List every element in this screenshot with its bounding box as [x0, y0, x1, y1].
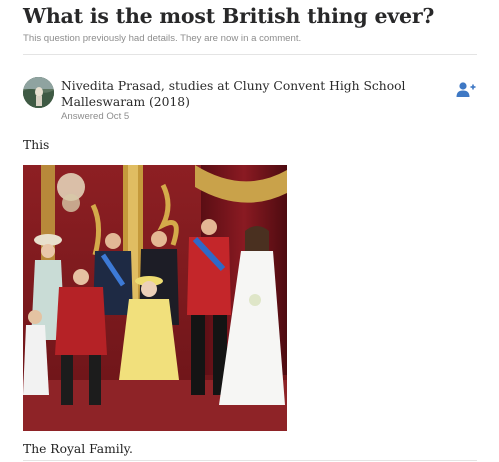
answer-date[interactable]: Answered Oct 5	[61, 111, 129, 122]
divider	[23, 460, 477, 461]
answer-paragraph: This	[23, 138, 50, 152]
author-avatar[interactable]	[23, 77, 54, 108]
author-credential[interactable]: Nivedita Prasad, studies at Cluny Conven…	[61, 78, 456, 110]
avatar-photo	[23, 77, 54, 108]
follow-author-button[interactable]	[456, 81, 476, 98]
answer-image[interactable]	[23, 165, 287, 431]
royal-family-photo	[23, 165, 287, 431]
question-title[interactable]: What is the most British thing ever?	[23, 4, 434, 28]
divider	[23, 54, 477, 55]
question-details-note: This question previously had details. Th…	[23, 33, 302, 44]
answer-paragraph: The Royal Family.	[23, 442, 133, 456]
add-user-icon	[456, 82, 476, 97]
